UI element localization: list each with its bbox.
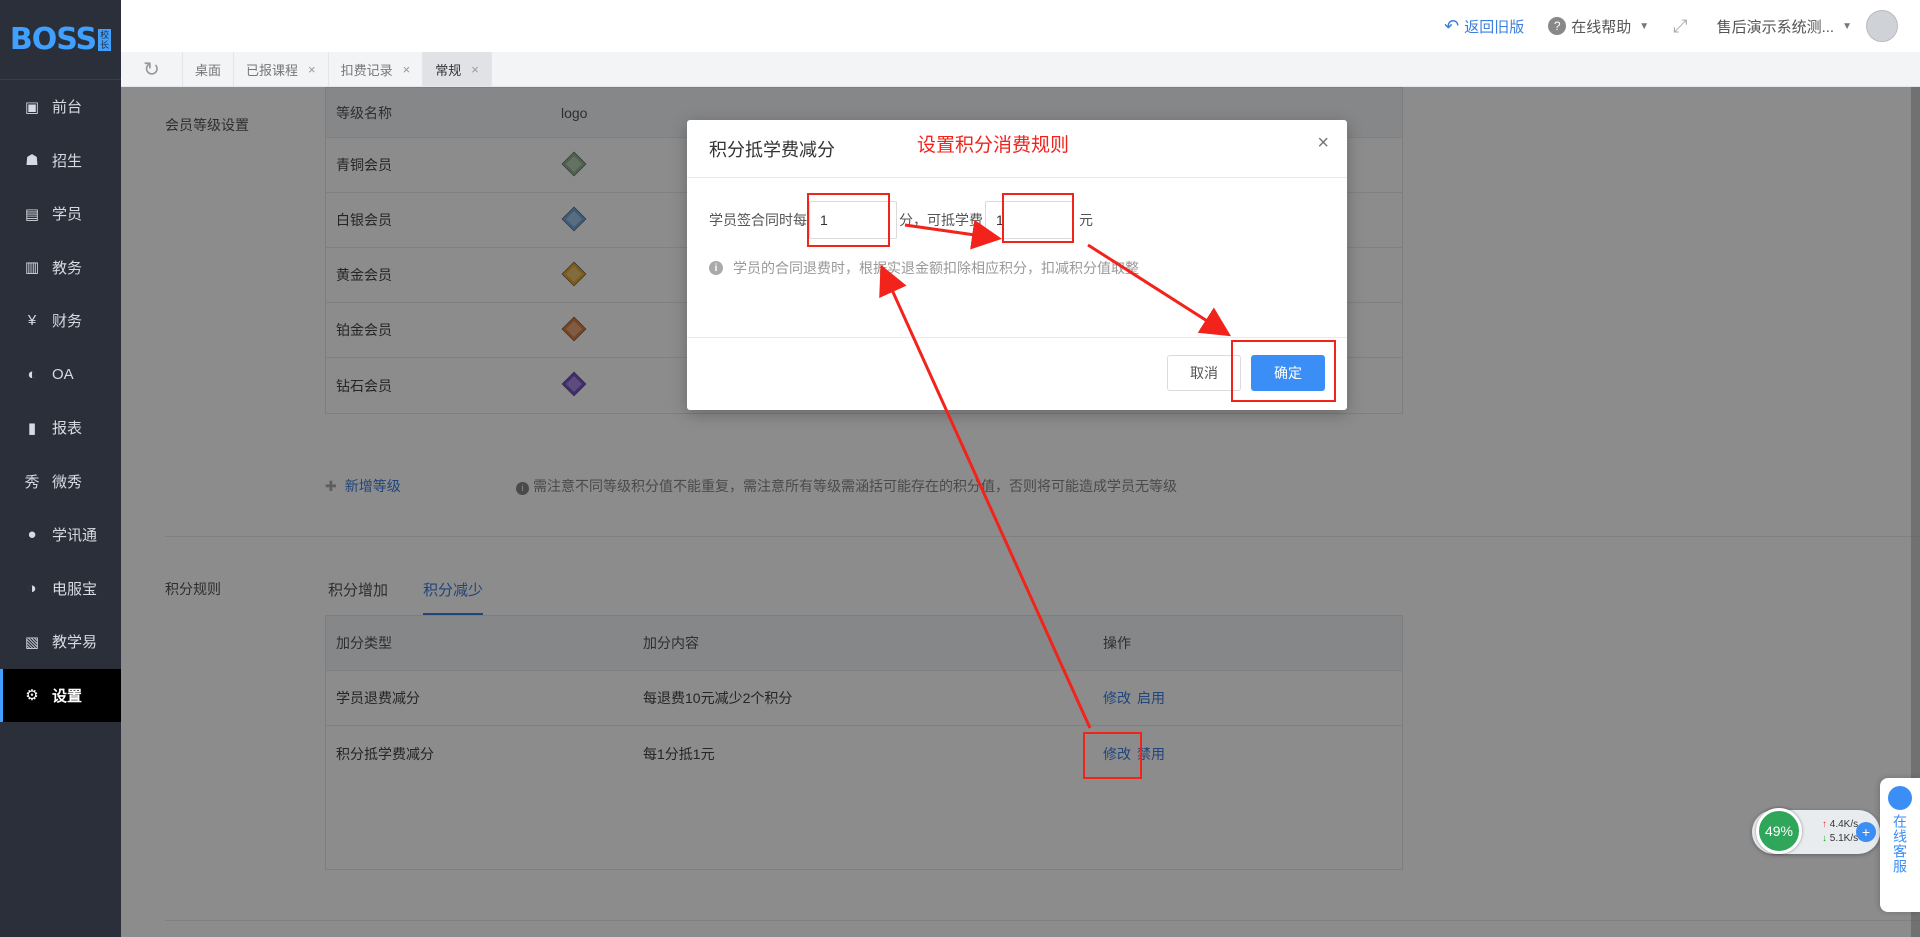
network-speed-widget[interactable]: 49% ↑ 4.4K/s ↓ 5.1K/s +	[1752, 808, 1880, 854]
sidebar-item-label: 财务	[52, 313, 83, 331]
speed-readout: ↑ 4.4K/s ↓ 5.1K/s	[1822, 818, 1858, 846]
arrow-up-icon: ↑	[1822, 819, 1827, 830]
undo-icon: ↶	[1444, 15, 1460, 36]
sidebar-item-label: 教务	[52, 259, 83, 277]
chevron-down-icon: ▼	[1842, 20, 1852, 32]
sidebar-item-label: 学讯通	[52, 527, 98, 545]
rule-label-prefix: 学员签合同时每	[709, 212, 807, 228]
annotation-box-yuan-input	[1002, 193, 1074, 243]
tab-0[interactable]: 桌面	[183, 52, 235, 86]
annotation-text: 设置积分消费规则	[917, 135, 1070, 156]
book-icon: ▥	[24, 259, 40, 277]
tab-label: 扣费记录	[340, 62, 393, 78]
online-service-label: 在线客服	[1892, 814, 1908, 874]
sidebar-item-3[interactable]: ▥ 教务	[0, 241, 121, 295]
sidebar-item-0[interactable]: ▣ 前台	[0, 80, 121, 134]
refresh-icon: ↻	[143, 58, 160, 81]
chat-icon: ◐	[27, 365, 37, 383]
back-old-version-link[interactable]: ↶ 返回旧版	[1444, 16, 1524, 37]
expand-icon: ⤢	[1673, 15, 1688, 36]
phone-icon: ◑	[27, 579, 37, 597]
tab-label: 桌面	[195, 62, 222, 78]
user-plus-icon: ☗	[25, 152, 39, 170]
sidebar-item-label: 学员	[52, 206, 83, 224]
sidebar-nav: ▣ 前台 ☗ 招生 ▤ 学员 ▥ 教务 ¥ 财务 ◐ OA ▮ 报表秀微秀 ● 学讯通 ◑ 电服宝 ▧ 教学易 ⚙ 设置	[0, 80, 121, 722]
close-icon[interactable]: ×	[403, 62, 411, 77]
gear-icon: ⚙	[25, 687, 39, 705]
annotation-box-edit	[1083, 732, 1142, 779]
fullscreen-button[interactable]: ⤢	[1673, 16, 1692, 37]
sidebar-item-8[interactable]: ● 学讯通	[0, 508, 121, 562]
plus-icon[interactable]: +	[1856, 822, 1876, 842]
arrow-down-icon: ↓	[1822, 833, 1827, 844]
sidebar-item-label: 报表	[52, 420, 83, 438]
location-icon: ●	[27, 526, 37, 544]
tab-bar: ↻ 桌面 已报课程 × 扣费记录 × 常规 ×	[121, 52, 1920, 87]
chevron-down-icon: ▼	[1639, 20, 1650, 32]
calendar-icon: ▣	[24, 98, 40, 116]
sidebar-item-9[interactable]: ◑ 电服宝	[0, 562, 121, 616]
sidebar-item-4[interactable]: ¥ 财务	[0, 294, 121, 348]
sidebar-item-7[interactable]: 秀微秀	[0, 455, 121, 509]
close-icon[interactable]: ×	[471, 62, 479, 77]
close-icon[interactable]: ×	[1317, 132, 1329, 155]
user-name: 售后演示系统测...	[1716, 18, 1835, 36]
logo: BOSS 校长	[0, 0, 121, 80]
sidebar-item-5[interactable]: ◐ OA	[0, 348, 121, 402]
xiu-icon: 秀	[24, 473, 40, 491]
tab-3[interactable]: 常规 ×	[423, 52, 492, 86]
help-icon: ?	[1548, 17, 1567, 35]
down-speed: 5.1K/s	[1829, 833, 1859, 844]
tab-2[interactable]: 扣费记录 ×	[329, 52, 424, 86]
annotation-box-points-input	[807, 193, 890, 247]
close-icon[interactable]: ×	[308, 62, 316, 77]
logo-text: BOSS	[9, 22, 97, 57]
top-header: ↶ 返回旧版 ? 在线帮助 ▼ ⤢ 售后演示系统测... ▼	[121, 0, 1920, 52]
tab-label: 已报课程	[246, 62, 299, 78]
dialog-title: 积分抵学费减分	[709, 139, 835, 160]
yen-icon: ¥	[27, 312, 37, 330]
rule-label-middle: 分，可抵学费	[899, 212, 983, 228]
sidebar-item-label: 前台	[52, 99, 83, 117]
sidebar: BOSS 校长 ▣ 前台 ☗ 招生 ▤ 学员 ▥ 教务 ¥ 财务 ◐ OA ▮ 报表秀微秀 ● 学讯通 ◑ 电服宝…	[0, 0, 121, 937]
teach-icon: ▧	[24, 633, 40, 651]
avatar[interactable]	[1866, 10, 1898, 42]
sidebar-item-1[interactable]: ☗ 招生	[0, 134, 121, 188]
annotation-box-confirm	[1231, 340, 1336, 402]
dialog-header: 积分抵学费减分 设置积分消费规则 ×	[687, 120, 1347, 178]
tab-1[interactable]: 已报课程 ×	[234, 52, 329, 86]
online-help-label: 在线帮助	[1571, 18, 1632, 36]
sidebar-item-10[interactable]: ▧ 教学易	[0, 615, 121, 669]
service-icon	[1888, 786, 1912, 810]
tab-label: 常规	[435, 62, 462, 78]
sidebar-item-label: 设置	[52, 687, 83, 705]
back-old-version-label: 返回旧版	[1464, 18, 1525, 36]
speed-percent: 49%	[1756, 808, 1802, 854]
user-menu[interactable]: 售后演示系统测... ▼	[1717, 16, 1852, 37]
sidebar-item-2[interactable]: ▤ 学员	[0, 187, 121, 241]
tab-list: 桌面 已报课程 × 扣费记录 × 常规 ×	[183, 52, 492, 86]
bar-chart-icon: ▮	[27, 419, 37, 437]
sidebar-item-label: 电服宝	[52, 580, 98, 598]
sidebar-item-label: 招生	[52, 152, 83, 170]
id-card-icon: ▤	[24, 205, 40, 223]
sidebar-item-11[interactable]: ⚙ 设置	[0, 668, 121, 722]
refresh-button[interactable]: ↻	[121, 52, 183, 86]
dialog-hint-text: 学员的合同退费时，根据实退金额扣除相应积分，扣减积分值取整	[733, 260, 1139, 276]
online-help-menu[interactable]: ? 在线帮助 ▼	[1548, 16, 1649, 37]
dialog-hint: i 学员的合同退费时，根据实退金额扣除相应积分，扣减积分值取整	[709, 258, 1325, 278]
up-speed: 4.4K/s	[1829, 819, 1859, 830]
cancel-button[interactable]: 取消	[1167, 355, 1241, 391]
info-icon: i	[709, 261, 723, 275]
online-service-button[interactable]: 在线客服	[1880, 778, 1920, 912]
rule-label-suffix: 元	[1079, 212, 1093, 228]
sidebar-item-label: 微秀	[52, 473, 83, 491]
sidebar-item-6[interactable]: ▮ 报表	[0, 401, 121, 455]
sidebar-item-label: 教学易	[52, 634, 98, 652]
sidebar-item-label: OA	[52, 365, 74, 383]
logo-badge: 校长	[98, 28, 112, 51]
